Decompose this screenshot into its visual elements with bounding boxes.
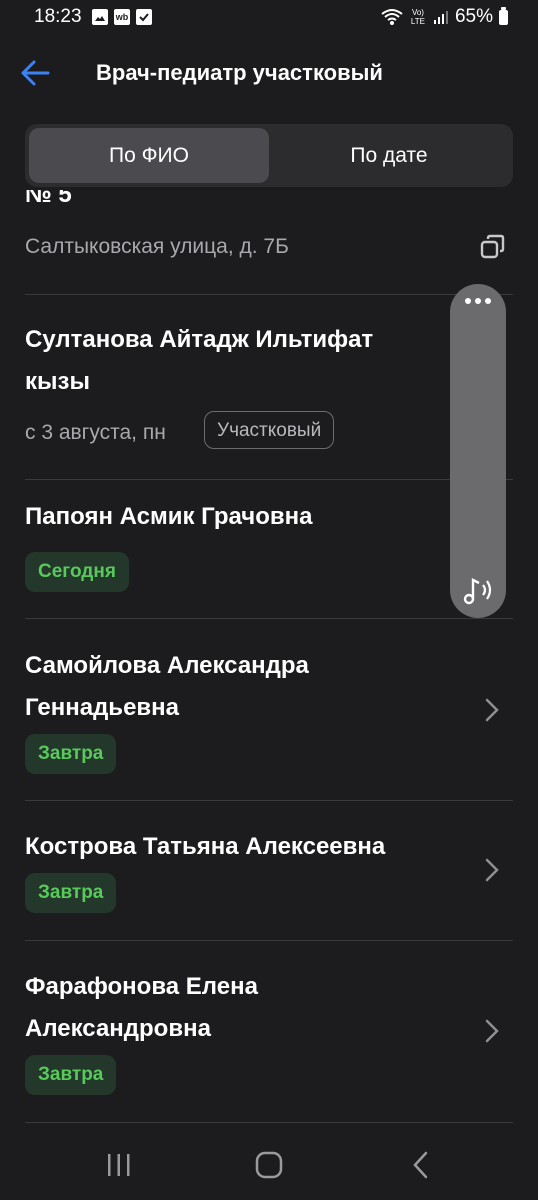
music-note-sound-icon[interactable] <box>460 572 496 608</box>
arrow-left-icon <box>21 60 50 86</box>
back-icon[interactable] <box>400 1148 440 1182</box>
more-dots-icon[interactable] <box>450 298 506 304</box>
battery-percent: 65% <box>454 6 493 27</box>
doctor-tag-badge: Участковый <box>204 411 335 449</box>
status-right: Vo) LTE 65% <box>381 6 508 28</box>
app-header: Врач-педиатр участковый <box>0 44 538 104</box>
doctor-name-line2: Александровна <box>25 1015 211 1042</box>
doctor-name-line2: Геннадьевна <box>25 694 180 721</box>
availability-badge: Сегодня <box>25 552 129 592</box>
doctor-name-line2: кызы <box>25 368 90 395</box>
doctor-date: с 3 августа, пн <box>25 421 166 444</box>
item-address: Салтыковская улица, д. 7Б <box>25 235 289 258</box>
doctor-name-line1: Султанова Айтадж Ильтифат <box>25 326 374 353</box>
sort-tabs: По ФИО По дате <box>25 124 513 187</box>
status-bar: 18:23 wb Vo) LTE 65% <box>0 0 538 36</box>
status-time: 18:23 <box>34 6 82 27</box>
page-title: Врач-педиатр участковый <box>96 60 383 85</box>
divider <box>25 1122 513 1123</box>
availability-badge: Завтра <box>25 873 117 913</box>
back-button[interactable] <box>18 56 52 90</box>
chevron-right-icon <box>482 1016 502 1046</box>
system-nav-bar <box>0 1130 538 1200</box>
recents-icon[interactable] <box>99 1148 139 1182</box>
floating-media-panel[interactable] <box>450 284 506 618</box>
list-item-partial[interactable]: № 5 Салтыковская улица, д. 7Б <box>0 190 538 295</box>
doctor-name-line1: Самойлова Александра <box>25 652 309 679</box>
gallery-icon <box>92 9 108 25</box>
chevron-right-icon <box>482 855 502 885</box>
tab-by-date[interactable]: По дате <box>269 128 509 183</box>
doctor-name-line1: Кострова Татьяна Алексеевна <box>25 833 386 860</box>
doctor-name-line1: Фарафонова Елена <box>25 973 258 1000</box>
tab-by-name[interactable]: По ФИО <box>29 128 269 183</box>
chevron-right-icon <box>482 695 502 725</box>
signal-icon <box>433 11 448 24</box>
wifi-icon <box>381 9 403 25</box>
availability-badge: Завтра <box>25 1055 117 1095</box>
item-name-fragment: № 5 <box>25 190 72 208</box>
volte-icon: Vo) LTE <box>410 8 425 26</box>
wb-icon: wb <box>114 9 130 25</box>
copy-icon[interactable] <box>480 234 506 260</box>
list-item-doctor[interactable]: Самойлова Александра Геннадьевна Завтра <box>0 619 538 801</box>
checkbox-icon <box>136 9 152 25</box>
list-item-doctor[interactable]: Кострова Татьяна Алексеевна Завтра <box>0 801 538 941</box>
doctor-name-line1: Папоян Асмик Грачовна <box>25 503 313 530</box>
availability-badge: Завтра <box>25 734 117 774</box>
battery-icon <box>499 6 508 25</box>
list-item-doctor[interactable]: Фарафонова Елена Александровна Завтра <box>0 941 538 1123</box>
notification-icons: wb <box>92 9 152 25</box>
home-icon[interactable] <box>249 1148 289 1182</box>
